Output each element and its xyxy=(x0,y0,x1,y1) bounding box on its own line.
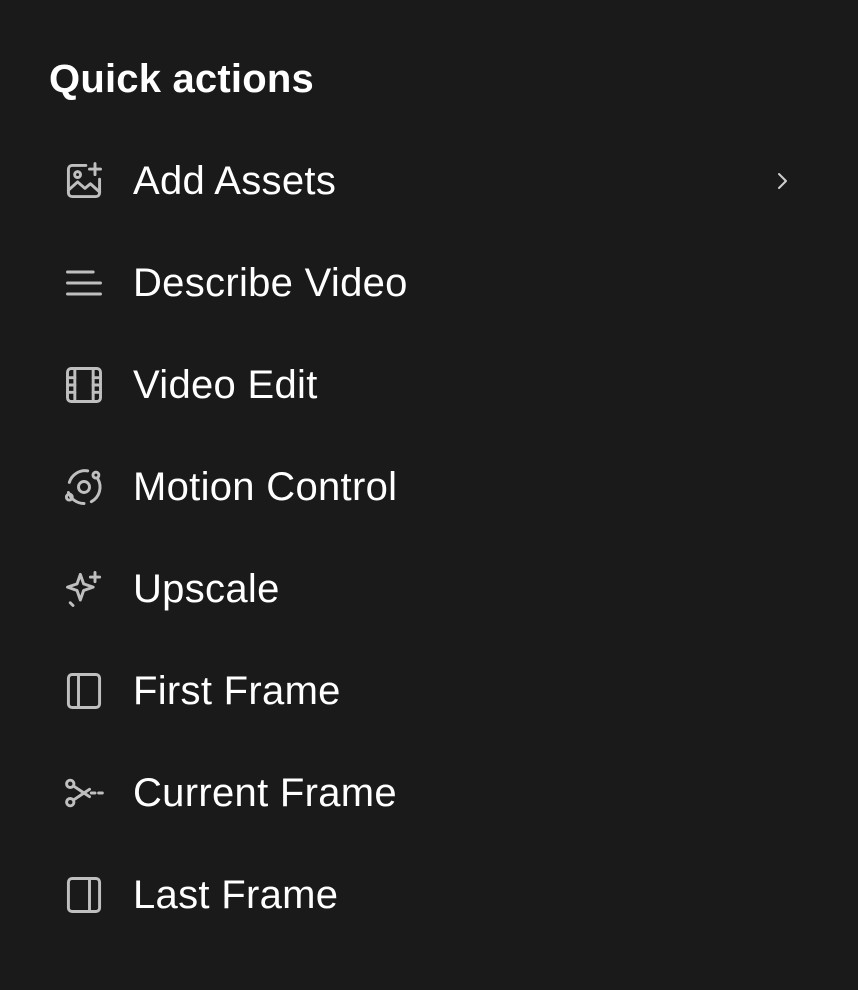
menu-item-label: Current Frame xyxy=(133,771,397,815)
sparkle-icon xyxy=(48,565,120,613)
menu-item-motion-control[interactable]: Motion Control xyxy=(48,436,808,538)
menu-item-label: Describe Video xyxy=(133,261,408,305)
menu-item-label: Upscale xyxy=(133,567,280,611)
menu-item-describe-video[interactable]: Describe Video xyxy=(48,232,808,334)
panel-title: Quick actions xyxy=(49,57,314,101)
panel-left-icon xyxy=(48,667,120,715)
menu-item-label: Motion Control xyxy=(133,465,398,509)
orbit-icon xyxy=(48,463,120,511)
quick-actions-panel: Quick actions Add Assets Describe Video … xyxy=(0,0,858,990)
menu-item-upscale[interactable]: Upscale xyxy=(48,538,808,640)
menu-item-add-assets[interactable]: Add Assets xyxy=(48,130,808,232)
menu-item-label: Last Frame xyxy=(133,873,339,917)
panel-right-icon xyxy=(48,871,120,919)
menu-item-video-edit[interactable]: Video Edit xyxy=(48,334,808,436)
scissors-icon xyxy=(48,769,120,817)
menu-item-current-frame[interactable]: Current Frame xyxy=(48,742,808,844)
menu-item-label: First Frame xyxy=(133,669,341,713)
menu-item-last-frame[interactable]: Last Frame xyxy=(48,844,808,946)
text-lines-icon xyxy=(48,259,120,307)
film-icon xyxy=(48,361,120,409)
menu-item-first-frame[interactable]: First Frame xyxy=(48,640,808,742)
chevron-right-icon xyxy=(770,169,794,193)
quick-actions-menu: Add Assets Describe Video Video Edit Mot… xyxy=(48,130,808,946)
image-add-icon xyxy=(48,157,120,205)
menu-item-label: Video Edit xyxy=(133,363,318,407)
menu-item-label: Add Assets xyxy=(133,159,337,203)
